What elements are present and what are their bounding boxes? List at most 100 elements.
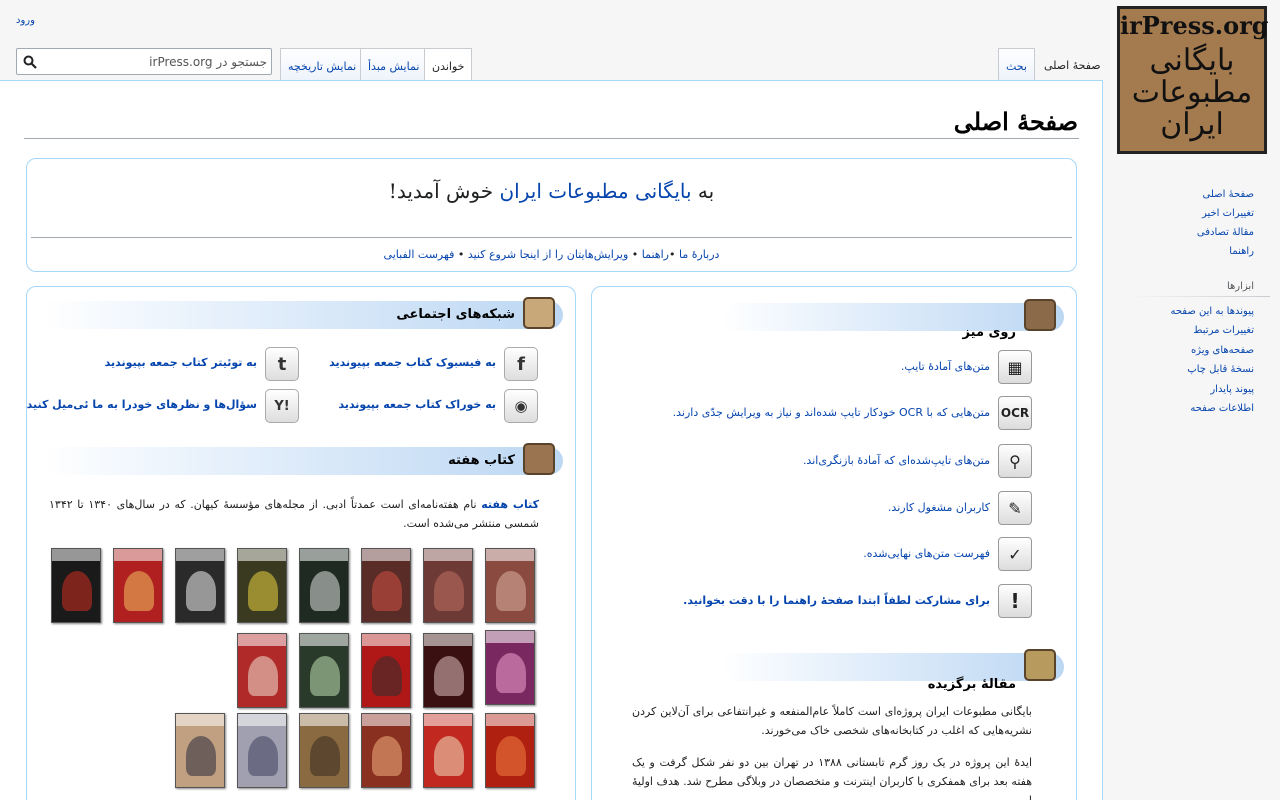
social-facebook[interactable]: f به فیسبوک کتاب جمعه بپیوندید: [298, 347, 538, 381]
book-description-text: نام هفته‌نامه‌ای است عمدتاً ادبی. از مجل…: [49, 498, 539, 530]
social-rss[interactable]: ◉ به خوراک کتاب جمعه بپیوندید: [298, 389, 538, 423]
book-cover[interactable]: [237, 633, 287, 708]
twitter-link[interactable]: به توئیتر کتاب جمعه بپیوندید: [105, 356, 257, 369]
book-cover[interactable]: [361, 633, 411, 708]
rss-link[interactable]: به خوراک کتاب جمعه بپیوندید: [338, 398, 496, 411]
yahoo-answers-icon: Y!: [265, 389, 299, 423]
book-cover[interactable]: [485, 630, 535, 705]
book-cover[interactable]: [237, 548, 287, 623]
welcome-site-link[interactable]: بایگانی مطبوعات ایران: [499, 179, 691, 203]
tab-view-history[interactable]: نمایش تاریخچه: [280, 48, 365, 80]
featured-section-header: مقالهٔ برگزیده: [722, 649, 1064, 692]
book-cover[interactable]: [361, 548, 411, 623]
title-divider: [24, 138, 1079, 139]
featured-paragraph-1: بایگانی مطبوعات ایران پروژه‌ای است کاملا…: [632, 705, 1032, 737]
sidebar-item-permanent-link[interactable]: پیوند پایدار: [1210, 384, 1254, 395]
desk-item-text[interactable]: متن‌هایی که با OCR خودکار تایپ شده‌اند و…: [673, 406, 990, 419]
sidebar-item-random-article[interactable]: مقالهٔ تصادفی: [1197, 227, 1254, 238]
facebook-link[interactable]: به فیسبوک کتاب جمعه بپیوندید: [329, 356, 496, 369]
facebook-icon: f: [504, 347, 538, 381]
book-cover[interactable]: [175, 713, 225, 788]
welcome-links: دربارهٔ ما •راهنما • ویرایش‌هایتان را از…: [383, 248, 720, 261]
page-title: صفحهٔ اصلی: [953, 107, 1078, 136]
sidebar-item-recent-changes[interactable]: تغییرات اخیر: [1202, 208, 1254, 219]
search-icon[interactable]: [23, 55, 37, 69]
book-cover[interactable]: [299, 548, 349, 623]
start-editing-link[interactable]: ویرایش‌هایتان را از اینجا شروع کنید: [468, 248, 628, 261]
help-link[interactable]: راهنما: [642, 248, 669, 261]
checkmark-icon: ✓: [998, 537, 1032, 571]
desk-item-review[interactable]: ⚲ متن‌های تایپ‌شده‌ای که آمادهٔ بازنگری‌…: [652, 444, 1032, 480]
book-cover[interactable]: [237, 713, 287, 788]
book-cover[interactable]: [423, 713, 473, 788]
social-email[interactable]: Y! سؤال‌ها و نظرهای خودرا به ما ئی‌میل ک…: [27, 389, 299, 423]
user-working-icon: ✎: [998, 491, 1032, 525]
typing-icon: ▦: [998, 350, 1032, 384]
sidebar-tools-divider: [1130, 296, 1270, 297]
book-cover[interactable]: [423, 633, 473, 708]
book-cover[interactable]: [485, 548, 535, 623]
sidebar-item-special-pages[interactable]: صفحه‌های ویژه: [1191, 345, 1254, 356]
book-cover[interactable]: [51, 548, 101, 623]
book-cover[interactable]: [299, 713, 349, 788]
tab-main-page[interactable]: صفحهٔ اصلی: [1037, 48, 1108, 80]
alphabetical-index-link[interactable]: فهرست الفبایی: [384, 248, 455, 261]
featured-paragraph-2: ایدهٔ این پروژه در یک روز گرم تابستانی ۱…: [632, 756, 1033, 800]
desk-icon: [1024, 299, 1056, 331]
welcome-post: خوش آمدید!: [388, 179, 500, 203]
desk-panel: روی میز ▦ متن‌های آمادهٔ تایپ. OCR متن‌ه…: [591, 286, 1077, 800]
desk-item-text[interactable]: متن‌های تایپ‌شده‌ای که آمادهٔ بازنگری‌ان…: [803, 454, 990, 467]
desk-item-finalized[interactable]: ✓ فهرست متن‌های نهایی‌شده.: [652, 537, 1032, 573]
search-box: [16, 48, 272, 75]
desk-item-users-working[interactable]: ✎ کاربران مشغول کارند.: [652, 491, 1032, 527]
book-cover[interactable]: [423, 548, 473, 623]
magnifier-icon: ⚲: [998, 444, 1032, 478]
tab-read[interactable]: خواندن: [424, 48, 473, 81]
ocr-icon: OCR: [998, 396, 1032, 430]
tab-view-source[interactable]: نمایش مبدأ: [360, 48, 428, 80]
sidebar-item-related-changes[interactable]: تغییرات مرتبط: [1193, 325, 1254, 336]
book-cover[interactable]: [361, 713, 411, 788]
logo-persian-title: بایگانی مطبوعات ایران: [1131, 43, 1253, 142]
book-icon: [523, 443, 555, 475]
welcome-heading: به بایگانی مطبوعات ایران خوش آمدید!: [27, 179, 1076, 203]
sidebar-item-main-page[interactable]: صفحهٔ اصلی: [1203, 189, 1254, 200]
rss-icon: ◉: [504, 389, 538, 423]
logo-wordmark: irPress.org: [1120, 11, 1269, 40]
desk-title: روی میز: [962, 325, 1016, 340]
desk-item-text[interactable]: فهرست متن‌های نهایی‌شده.: [863, 547, 990, 560]
book-cover[interactable]: [175, 548, 225, 623]
desk-section-header: روی میز: [722, 299, 1064, 340]
search-input[interactable]: [47, 52, 267, 71]
sidebar-tools-heading[interactable]: ابزارها: [1227, 281, 1254, 292]
book-cover[interactable]: [299, 633, 349, 708]
social-twitter[interactable]: t به توئیتر کتاب جمعه بپیوندید: [59, 347, 299, 381]
book-name-link[interactable]: کتاب هفته: [481, 498, 539, 511]
welcome-divider: [31, 237, 1072, 238]
desk-item-read-help[interactable]: ! برای مشارکت لطفاً ابتدا صفحهٔ راهنما ر…: [652, 584, 1032, 620]
sidebar-item-page-information[interactable]: اطلاعات صفحه: [1190, 403, 1254, 414]
social-book-panel: شبکه‌های اجتماعی f به فیسبوک کتاب جمعه ب…: [26, 286, 576, 800]
sidebar-item-printable-version[interactable]: نسخهٔ قابل چاپ: [1187, 364, 1254, 375]
sidebar-item-help[interactable]: راهنما: [1229, 246, 1254, 257]
book-section-header: کتاب هفته: [42, 443, 563, 475]
about-link[interactable]: دربارهٔ ما: [679, 248, 719, 261]
book-cover[interactable]: [113, 548, 163, 623]
desk-item-ocr[interactable]: OCR متن‌هایی که با OCR خودکار تایپ شده‌ا…: [632, 396, 1032, 432]
featured-article-icon: [1024, 649, 1056, 681]
desk-item-ready-to-type[interactable]: ▦ متن‌های آمادهٔ تایپ.: [652, 350, 1032, 386]
desk-item-text[interactable]: متن‌های آمادهٔ تایپ.: [901, 360, 990, 373]
social-title: شبکه‌های اجتماعی: [396, 307, 515, 322]
tab-talk[interactable]: بحث: [998, 48, 1035, 80]
email-link[interactable]: سؤال‌ها و نظرهای خودرا به ما ئی‌میل کنید: [27, 398, 257, 411]
desk-item-text[interactable]: برای مشارکت لطفاً ابتدا صفحهٔ راهنما را …: [683, 594, 990, 607]
social-section-header: شبکه‌های اجتماعی: [42, 297, 563, 329]
twitter-icon: t: [265, 347, 299, 381]
login-link[interactable]: ورود: [16, 15, 35, 26]
desk-item-text[interactable]: کاربران مشغول کارند.: [888, 501, 990, 514]
sidebar-item-what-links-here[interactable]: پیوندها به این صفحه: [1170, 306, 1254, 317]
featured-title: مقالهٔ برگزیده: [927, 677, 1016, 692]
book-cover[interactable]: [485, 713, 535, 788]
exclamation-icon: !: [998, 584, 1032, 618]
site-logo[interactable]: irPress.org بایگانی مطبوعات ایران: [1117, 6, 1269, 154]
